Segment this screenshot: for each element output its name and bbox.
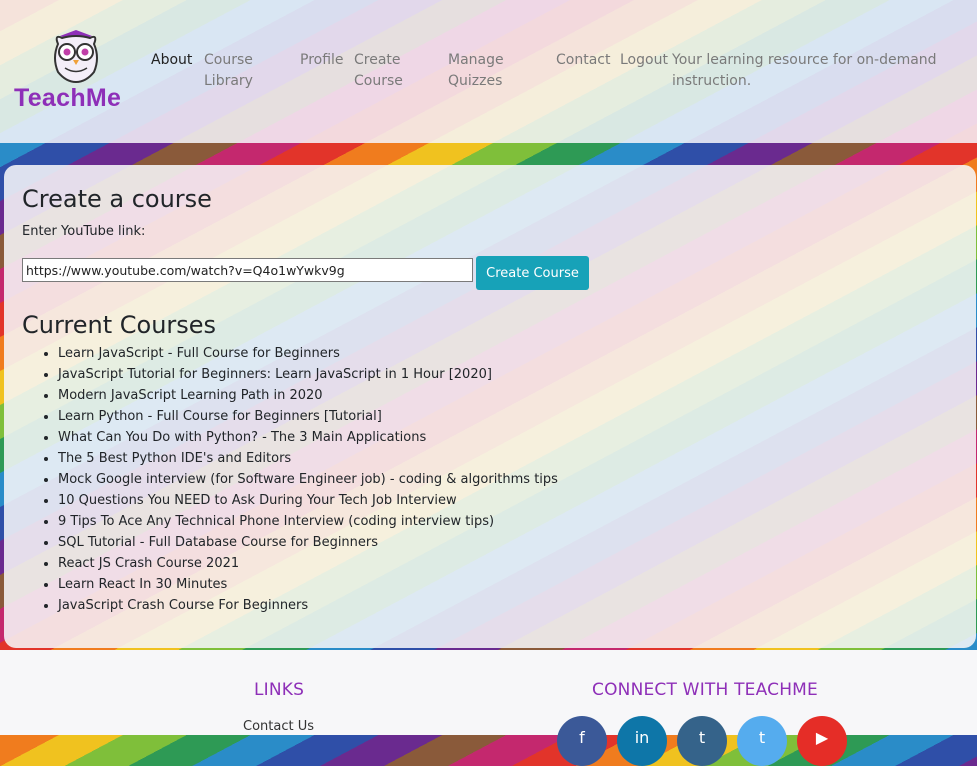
course-item[interactable]: SQL Tutorial - Full Database Course for …: [58, 532, 558, 553]
twitter-icon[interactable]: t: [737, 716, 787, 766]
create-course-panel: Create a course Enter YouTube link: Crea…: [4, 165, 976, 648]
course-item[interactable]: Modern JavaScript Learning Path in 2020: [58, 385, 558, 406]
create-course-heading: Create a course: [22, 185, 212, 213]
nav-profile[interactable]: Profile: [300, 50, 350, 71]
course-item[interactable]: Learn Python - Full Course for Beginners…: [58, 406, 558, 427]
nav-manage-quizzes[interactable]: Manage Quizzes: [448, 50, 518, 92]
create-course-button[interactable]: Create Course: [476, 256, 589, 290]
course-item[interactable]: JavaScript Tutorial for Beginners: Learn…: [58, 364, 558, 385]
current-courses-heading: Current Courses: [22, 311, 217, 339]
course-item[interactable]: What Can You Do with Python? - The 3 Mai…: [58, 427, 558, 448]
brand-name[interactable]: TeachMe: [14, 84, 121, 113]
connect-heading: CONNECT WITH TEACHME: [592, 680, 818, 700]
course-item[interactable]: The 5 Best Python IDE's and Editors: [58, 448, 558, 469]
course-item[interactable]: JavaScript Crash Course For Beginners: [58, 595, 558, 616]
nav-create-course[interactable]: Create Course: [354, 50, 414, 92]
site-footer: LINKS Contact Us CONNECT WITH TEACHME f …: [0, 650, 977, 766]
linkedin-icon[interactable]: in: [617, 716, 667, 766]
nav-contact[interactable]: Contact: [556, 50, 616, 71]
youtube-link-label: Enter YouTube link:: [22, 224, 146, 239]
course-item[interactable]: Mock Google interview (for Software Engi…: [58, 469, 558, 490]
course-item[interactable]: 9 Tips To Ace Any Technical Phone Interv…: [58, 511, 558, 532]
site-header: TeachMe About Course Library Profile Cre…: [0, 0, 977, 143]
course-item[interactable]: React JS Crash Course 2021: [58, 553, 558, 574]
contact-us-link[interactable]: Contact Us: [243, 719, 314, 734]
nav-course-library[interactable]: Course Library: [204, 50, 274, 92]
nav-about[interactable]: About: [151, 50, 201, 71]
course-list: Learn JavaScript - Full Course for Begin…: [22, 343, 558, 616]
nav-logout[interactable]: Logout: [620, 50, 672, 71]
tagline: Your learning resource for on-demand ins…: [672, 52, 937, 89]
tumblr-icon[interactable]: t: [677, 716, 727, 766]
links-heading: LINKS: [254, 680, 305, 700]
course-item[interactable]: Learn JavaScript - Full Course for Begin…: [58, 343, 558, 364]
course-item[interactable]: Learn React In 30 Minutes: [58, 574, 558, 595]
facebook-icon[interactable]: f: [557, 716, 607, 766]
youtube-icon[interactable]: ▶: [797, 716, 847, 766]
course-item[interactable]: 10 Questions You NEED to Ask During Your…: [58, 490, 558, 511]
youtube-link-input[interactable]: [22, 258, 473, 282]
